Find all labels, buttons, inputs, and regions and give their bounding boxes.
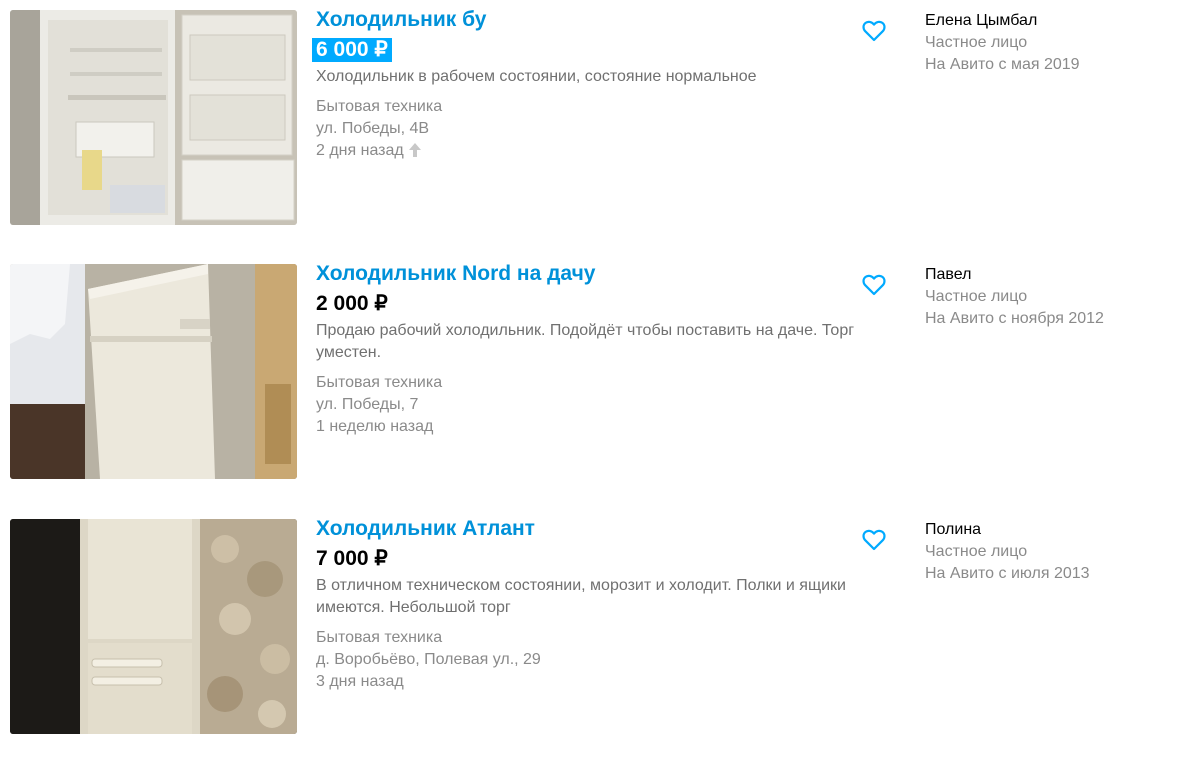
listing-date: 2 дня назад [316, 142, 404, 159]
favorite-heart-icon[interactable] [862, 529, 886, 551]
seller-name[interactable]: Полина [925, 519, 1090, 541]
seller-since: На Авито с ноября 2012 [925, 310, 1104, 327]
seller-type: Частное лицо [925, 288, 1028, 305]
raised-arrow-up-icon [408, 143, 421, 157]
listing-category: Бытовая техника [316, 374, 443, 391]
listing-photo[interactable] [10, 519, 297, 734]
seller-info: Елена Цымбал Частное лицо На Авито с мая… [925, 10, 1080, 76]
listing-price: 6 000 ₽ [312, 38, 392, 62]
listing-price: 7 000 ₽ [316, 547, 388, 570]
fridge-photo-open [10, 10, 297, 225]
seller-info: Павел Частное лицо На Авито с ноября 201… [925, 264, 1104, 330]
listing-title-link[interactable]: Холодильник Nord на дачу [316, 262, 896, 286]
listing-item: Холодильник бу 6 000 ₽ Холодильник в раб… [0, 8, 1200, 226]
listing-description: В отличном техническом состоянии, морози… [316, 577, 846, 616]
listing-meta: Бытовая техника ул. Победы, 4В 2 дня наз… [316, 96, 896, 162]
listing-photo[interactable] [10, 10, 297, 225]
listing-meta: Бытовая техника ул. Победы, 7 1 неделю н… [316, 372, 896, 438]
listing-date-row: 2 дня назад [316, 140, 896, 162]
listing-title-link[interactable]: Холодильник Атлант [316, 517, 896, 541]
listing-address: ул. Победы, 7 [316, 396, 419, 413]
listing-item: Холодильник Nord на дачу 2 000 ₽ Продаю … [0, 262, 1200, 480]
seller-since: На Авито с июля 2013 [925, 565, 1090, 582]
listing-description: Холодильник в рабочем состоянии, состоян… [316, 68, 757, 85]
listing-description: Продаю рабочий холодильник. Подойдёт что… [316, 322, 855, 361]
listing-meta: Бытовая техника д. Воробьёво, Полевая ул… [316, 627, 896, 693]
seller-name[interactable]: Павел [925, 264, 1104, 286]
listing-date: 3 дня назад [316, 673, 404, 690]
listing-info: Холодильник бу 6 000 ₽ Холодильник в раб… [312, 8, 896, 162]
seller-type: Частное лицо [925, 543, 1028, 560]
listing-category: Бытовая техника [316, 629, 443, 646]
listing-date: 1 неделю назад [316, 418, 434, 435]
seller-info: Полина Частное лицо На Авито с июля 2013 [925, 519, 1090, 585]
listing-results: Холодильник бу 6 000 ₽ Холодильник в раб… [0, 0, 1200, 759]
listing-info: Холодильник Nord на дачу 2 000 ₽ Продаю … [316, 262, 896, 438]
favorite-heart-icon[interactable] [862, 20, 886, 42]
listing-category: Бытовая техника [316, 98, 443, 115]
seller-since: На Авито с мая 2019 [925, 56, 1080, 73]
listing-info: Холодильник Атлант 7 000 ₽ В отличном те… [316, 517, 896, 693]
seller-name[interactable]: Елена Цымбал [925, 10, 1080, 32]
listing-price: 2 000 ₽ [316, 292, 388, 315]
fridge-photo-closed [10, 264, 297, 479]
fridge-photo-atlant [10, 519, 297, 734]
seller-type: Частное лицо [925, 34, 1028, 51]
listing-address: д. Воробьёво, Полевая ул., 29 [316, 651, 541, 668]
listing-item: Холодильник Атлант 7 000 ₽ В отличном те… [0, 517, 1200, 735]
favorite-heart-icon[interactable] [862, 274, 886, 296]
listing-title-link[interactable]: Холодильник бу [316, 8, 896, 32]
listing-address: ул. Победы, 4В [316, 120, 430, 137]
listing-photo[interactable] [10, 264, 297, 479]
